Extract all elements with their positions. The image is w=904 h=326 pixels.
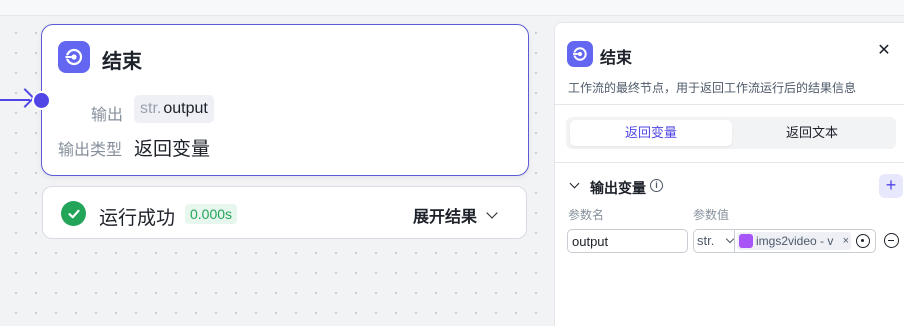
output-type-prefix: str.	[140, 100, 162, 117]
param-type-value: str.	[697, 233, 715, 248]
panel-description: 工作流的最终节点，用于返回工作流运行后的结果信息	[568, 81, 857, 95]
node-title: 结束	[102, 51, 142, 73]
chevron-down-icon	[486, 207, 498, 219]
panel-divider	[555, 104, 904, 105]
target-icon[interactable]	[856, 234, 870, 248]
cube-icon	[739, 234, 753, 248]
run-duration-badge: 0.000s	[185, 204, 238, 224]
info-icon[interactable]: i	[650, 179, 663, 192]
param-name-input[interactable]	[567, 229, 688, 253]
output-label: 输出	[90, 107, 123, 124]
param-value-column-label: 参数值	[693, 208, 730, 222]
remove-reference-icon[interactable]: ×	[843, 232, 849, 250]
expand-results-button[interactable]: 展开结果	[412, 203, 498, 227]
node-settings-panel: 结束 ✕ 工作流的最终节点，用于返回工作流运行后的结果信息 返回变量 返回文本 …	[554, 22, 904, 326]
run-result-card: 运行成功 0.000s 展开结果	[42, 186, 527, 239]
variable-reference-text: imgs2video - v	[756, 234, 834, 248]
end-node-icon	[58, 41, 90, 73]
variable-reference-tag: imgs2video - v ×	[737, 232, 851, 250]
close-icon[interactable]: ✕	[874, 41, 894, 61]
chevron-down-icon[interactable]	[569, 178, 580, 189]
add-variable-button[interactable]: +	[879, 174, 903, 198]
param-name-column-label: 参数名	[568, 208, 605, 222]
panel-divider	[555, 162, 904, 163]
end-node[interactable]: 结束 输出 str. output 输出类型 返回变量	[32, 24, 529, 176]
canvas-top-strip	[0, 0, 904, 16]
output-variable-name: output	[163, 100, 208, 117]
expand-results-label: 展开结果	[412, 209, 477, 226]
output-variable-chip: str. output	[134, 95, 214, 123]
return-mode-tabs: 返回变量 返回文本	[566, 117, 896, 149]
end-node-icon	[567, 41, 593, 67]
section-title: 输出变量	[590, 180, 646, 196]
input-port[interactable]	[32, 91, 51, 110]
check-circle-icon	[61, 201, 86, 226]
param-value-field[interactable]: imgs2video - v ×	[734, 229, 876, 253]
output-type-label: 输出类型	[58, 142, 123, 159]
minus-circle-icon[interactable]	[884, 233, 899, 248]
param-type-select[interactable]: str.	[693, 229, 738, 253]
chevron-down-icon	[725, 234, 735, 244]
run-status-text: 运行成功	[99, 208, 176, 229]
panel-title: 结束	[600, 50, 633, 67]
output-type-value: 返回变量	[134, 139, 211, 160]
tab-return-text[interactable]: 返回文本	[731, 120, 893, 146]
tab-return-variable[interactable]: 返回变量	[570, 120, 732, 146]
